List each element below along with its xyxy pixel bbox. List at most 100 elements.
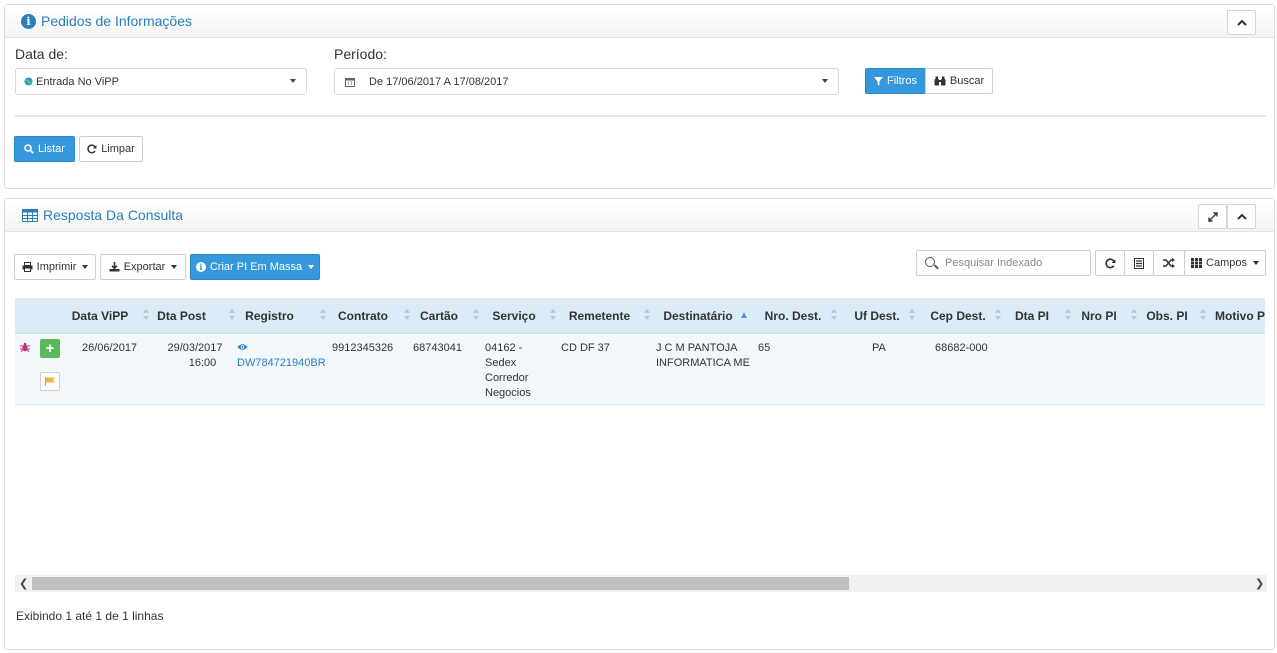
collapse-results-button[interactable]: [1227, 204, 1256, 229]
binoculars-icon: [934, 76, 946, 86]
sort-icon[interactable]: [404, 309, 410, 321]
chevron-down-icon: [822, 79, 828, 83]
criar-pi-massa-button[interactable]: i Criar PI Em Massa: [190, 254, 320, 280]
sort-icon[interactable]: [320, 309, 326, 321]
sort-icon[interactable]: [831, 309, 837, 321]
period-select-value: De 17/06/2017 A 17/08/2017: [369, 75, 509, 88]
buscar-label: Buscar: [949, 75, 985, 87]
horizontal-scrollbar[interactable]: ❮ ❯: [15, 575, 1267, 592]
col-header-motivo[interactable]: Motivo P: [1215, 298, 1265, 334]
toggle-view-button[interactable]: [1124, 250, 1154, 276]
expand-results-button[interactable]: [1198, 204, 1227, 229]
collapse-filters-button[interactable]: [1227, 10, 1256, 35]
cell-dta-post-time: 16:00: [188, 357, 217, 369]
filtros-label: Filtros: [887, 75, 917, 87]
registro-link[interactable]: DW784721940BR: [237, 356, 326, 371]
imprimir-button[interactable]: Imprimir: [14, 254, 96, 280]
sort-icon[interactable]: [644, 309, 650, 321]
scroll-left-icon[interactable]: ❮: [19, 577, 28, 590]
sort-icon[interactable]: [1131, 309, 1137, 321]
refresh-button[interactable]: [1095, 250, 1125, 276]
globe-icon: [24, 77, 33, 86]
period-label: Período:: [334, 46, 387, 62]
campos-button[interactable]: Campos: [1184, 250, 1266, 276]
table-row[interactable]: + 26/06/2017 29/03/2017 16:00 DW78472194…: [15, 335, 1265, 405]
info-icon: i: [21, 13, 36, 29]
filters-divider: [15, 115, 1266, 117]
results-panel: Resposta Da Consulta Imprimir Exportar i…: [4, 198, 1275, 650]
col-header-destinatario[interactable]: Destinatário: [657, 298, 739, 334]
servico-line: 04162 -: [485, 342, 523, 354]
add-icon[interactable]: +: [40, 339, 60, 358]
col-header-dta-pi[interactable]: Dta PI: [1011, 298, 1053, 334]
shuffle-button[interactable]: [1153, 250, 1185, 276]
col-header-servico[interactable]: Serviço: [482, 298, 546, 334]
col-header-remetente[interactable]: Remetente: [561, 298, 638, 334]
filters-panel-title-text: Pedidos de Informações: [41, 13, 192, 29]
limpar-button[interactable]: Limpar: [79, 136, 143, 162]
chevron-down-icon: [290, 79, 296, 83]
exportar-button[interactable]: Exportar: [100, 254, 186, 280]
filters-panel: i Pedidos de Informações Data de: Entrad…: [4, 4, 1275, 189]
col-header-cep-dest[interactable]: Cep Dest.: [925, 298, 991, 334]
col-header-dta-post[interactable]: Dta Post: [150, 298, 213, 334]
chevron-down-icon: [308, 265, 315, 269]
download-icon: [109, 262, 120, 272]
shuffle-icon: [1163, 258, 1175, 268]
criar-pi-massa-label: Criar PI Em Massa: [209, 261, 303, 273]
col-header-data-vipp[interactable]: Data ViPP: [64, 298, 136, 334]
col-header-cartao[interactable]: Cartão: [413, 298, 465, 334]
flag-button[interactable]: [40, 372, 60, 391]
scroll-right-icon[interactable]: ❯: [1255, 577, 1264, 590]
cell-cep-dest: 68682-000: [935, 342, 988, 354]
refresh-icon: [87, 144, 97, 154]
results-panel-title: Resposta Da Consulta: [22, 207, 183, 223]
col-header-nro-pi[interactable]: Nro PI: [1077, 298, 1121, 334]
servico-line: Sedex: [485, 357, 517, 369]
col-header-uf-dest[interactable]: Uf Dest.: [848, 298, 906, 334]
sort-icon[interactable]: [909, 309, 915, 321]
flag-icon: [44, 377, 55, 386]
date-select-value: Entrada No ViPP: [36, 75, 119, 88]
sort-icon[interactable]: [1200, 309, 1206, 321]
indexed-search-input[interactable]: [943, 256, 1083, 270]
sort-icon[interactable]: [229, 309, 235, 321]
cell-dta-post: 29/03/2017 16:00: [165, 341, 225, 371]
sort-icon[interactable]: [473, 309, 479, 321]
results-panel-header: Resposta Da Consulta: [5, 199, 1274, 232]
print-icon: [22, 262, 33, 272]
cell-dta-post-date: 29/03/2017: [167, 342, 223, 354]
pagination-info: Exibindo 1 até 1 de 1 linhas: [16, 609, 164, 623]
buscar-button[interactable]: Buscar: [925, 68, 993, 94]
indexed-search[interactable]: [916, 250, 1091, 276]
col-header-nro-dest[interactable]: Nro. Dest.: [759, 298, 827, 334]
scrollbar-thumb[interactable]: [32, 577, 849, 590]
col-header-contrato[interactable]: Contrato: [328, 298, 398, 334]
sort-icon[interactable]: [1065, 309, 1071, 321]
sort-icon[interactable]: [995, 309, 1001, 321]
filters-panel-header: i Pedidos de Informações: [5, 5, 1274, 38]
servico-line: Corredor: [485, 372, 529, 384]
results-panel-title-text: Resposta Da Consulta: [43, 207, 184, 223]
destinatario-line: INFORMATICA ME: [656, 357, 750, 369]
search-icon: [925, 257, 935, 267]
date-select[interactable]: Entrada No ViPP: [15, 68, 307, 95]
bug-icon[interactable]: [20, 342, 30, 352]
sort-ascending-icon[interactable]: [741, 312, 747, 318]
cell-data-vipp: 26/06/2017: [82, 342, 138, 354]
sort-icon[interactable]: [143, 309, 149, 321]
listar-button[interactable]: Listar: [14, 136, 75, 162]
cell-cartao: 68743041: [413, 342, 462, 354]
filtros-button[interactable]: Filtros: [865, 68, 926, 94]
chevron-up-icon: [1236, 19, 1247, 26]
cell-contrato: 9912345326: [332, 342, 394, 354]
cell-uf-dest: PA: [872, 342, 886, 354]
chevron-down-icon: [82, 265, 89, 269]
calendar-icon: [345, 77, 355, 87]
col-header-registro[interactable]: Registro: [238, 298, 301, 334]
period-select[interactable]: De 17/06/2017 A 17/08/2017: [334, 68, 839, 95]
col-header-obs-pi[interactable]: Obs. PI: [1144, 298, 1190, 334]
expand-icon: [1207, 211, 1218, 222]
sort-icon[interactable]: [550, 309, 556, 321]
eye-icon[interactable]: [237, 343, 248, 351]
